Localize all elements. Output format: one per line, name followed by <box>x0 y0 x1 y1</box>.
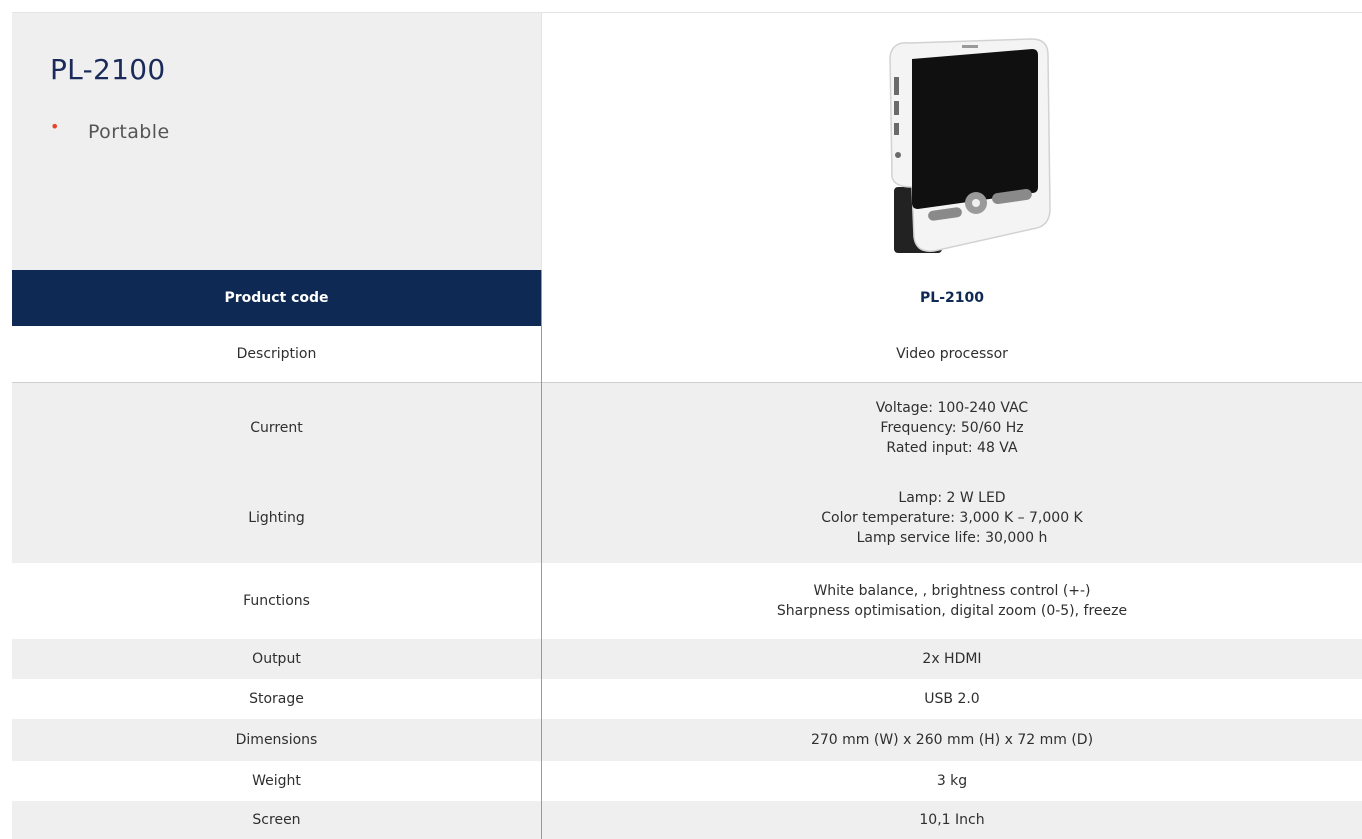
spec-value-line: 10,1 Inch <box>552 810 1352 830</box>
table-row: FunctionsWhite balance, , brightness con… <box>12 563 1362 639</box>
spec-value-line: 3 kg <box>552 771 1352 791</box>
product-title: PL-2100 <box>50 53 165 86</box>
spec-value-line: 270 mm (W) x 260 mm (H) x 72 mm (D) <box>552 730 1352 750</box>
header-key-cell: Product code <box>12 270 542 326</box>
table-row: Screen 10,1 Inch <box>12 801 1362 839</box>
bullet-icon: • <box>50 117 88 136</box>
spec-key-cell: Functions <box>12 563 542 639</box>
spec-value-line: 2x HDMI <box>552 649 1352 669</box>
table-row: Output 2x HDMI <box>12 639 1362 679</box>
spec-value-line: Voltage: 100-240 VAC <box>552 398 1352 418</box>
spec-value-line: Frequency: 50/60 Hz <box>552 418 1352 438</box>
spec-value-cell: 2x HDMI <box>542 639 1362 679</box>
feature-label: Portable <box>88 121 170 143</box>
spec-value-cell: 3 kg <box>542 761 1362 801</box>
table-row: Dimensions 270 mm (W) x 260 mm (H) x 72 m… <box>12 719 1362 761</box>
feature-list: • Portable <box>50 121 170 143</box>
table-row: Weight 3 kg <box>12 761 1362 801</box>
spec-value-cell: Voltage: 100-240 VACFrequency: 50/60 HzR… <box>542 383 1362 474</box>
product-hero: PL-2100 • Portable <box>12 12 1362 270</box>
spec-value-line: Video processor <box>552 344 1352 364</box>
spec-key-cell: Output <box>12 639 542 679</box>
spec-value-line: Rated input: 48 VA <box>552 438 1352 458</box>
portable-video-processor-device-image <box>872 37 1052 259</box>
feature-item: • Portable <box>50 121 170 143</box>
table-header-row: Product code PL-2100 <box>12 270 1362 326</box>
product-image-panel <box>541 12 1362 270</box>
spec-value-cell: 10,1 Inch <box>542 801 1362 839</box>
table-row: LightingLamp: 2 W LEDColor temperature: … <box>12 473 1362 563</box>
spec-value-line: Sharpness optimisation, digital zoom (0-… <box>552 601 1352 621</box>
spec-value-line: Lamp service life: 30,000 h <box>552 528 1352 548</box>
spec-value-line: White balance, , brightness control (+-) <box>552 581 1352 601</box>
header-value-cell: PL-2100 <box>542 270 1362 326</box>
spec-table: Product code PL-2100 Description Video pr… <box>12 270 1362 839</box>
spec-value-cell: White balance, , brightness control (+-)… <box>542 563 1362 639</box>
spec-key-cell: Description <box>12 326 542 383</box>
spec-key-cell: Dimensions <box>12 719 542 761</box>
spec-key-cell: Weight <box>12 761 542 801</box>
spec-value-cell: Lamp: 2 W LEDColor temperature: 3,000 K … <box>542 473 1362 563</box>
spec-value-cell: 270 mm (W) x 260 mm (H) x 72 mm (D) <box>542 719 1362 761</box>
product-spec-sheet: PL-2100 • Portable <box>12 12 1362 839</box>
spec-key-cell: Screen <box>12 801 542 839</box>
spec-key-cell: Storage <box>12 679 542 719</box>
spec-key-cell: Current <box>12 383 542 474</box>
product-intro-panel: PL-2100 • Portable <box>12 12 541 270</box>
table-row: CurrentVoltage: 100-240 VACFrequency: 50… <box>12 383 1362 474</box>
spec-value-line: USB 2.0 <box>552 689 1352 709</box>
spec-value-cell: USB 2.0 <box>542 679 1362 719</box>
spec-key-cell: Lighting <box>12 473 542 563</box>
table-row: Storage USB 2.0 <box>12 679 1362 719</box>
table-row: Description Video processor <box>12 326 1362 383</box>
spec-value-cell: Video processor <box>542 326 1362 383</box>
spec-value-line: Color temperature: 3,000 K – 7,000 K <box>552 508 1352 528</box>
spec-value-line: Lamp: 2 W LED <box>552 488 1352 508</box>
